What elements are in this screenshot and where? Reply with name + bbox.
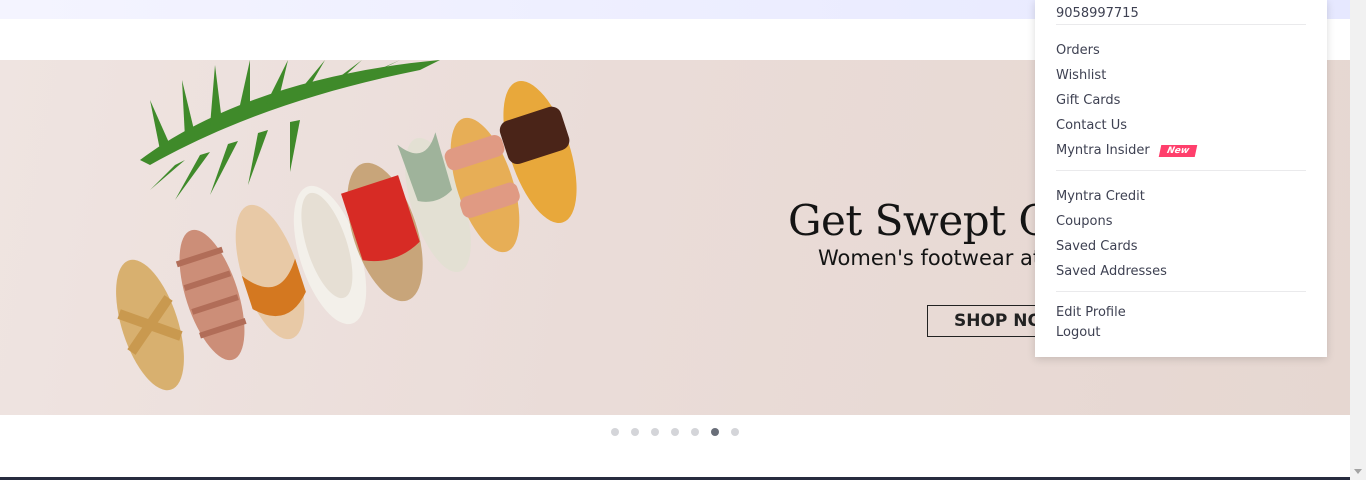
menu-item-orders[interactable]: Orders: [1056, 43, 1100, 58]
carousel-dot[interactable]: [631, 428, 639, 436]
carousel-dot[interactable]: [651, 428, 659, 436]
carousel-dot[interactable]: [611, 428, 619, 436]
carousel-dot[interactable]: [731, 428, 739, 436]
banner-subheadline: Women's footwear at: [818, 246, 1042, 270]
menu-item-coupons[interactable]: Coupons: [1056, 214, 1113, 229]
menu-divider: [1056, 24, 1306, 25]
account-dropdown-menu: 9058997715 Orders Wishlist Gift Cards Co…: [1035, 0, 1327, 357]
menu-item-logout[interactable]: Logout: [1056, 325, 1101, 340]
scroll-down-arrow-icon[interactable]: [1354, 469, 1362, 474]
menu-item-contact-us[interactable]: Contact Us: [1056, 118, 1127, 133]
menu-item-myntra-insider[interactable]: Myntra Insider New: [1056, 143, 1197, 158]
user-phone-number: 9058997715: [1056, 6, 1139, 21]
menu-item-label: Myntra Insider: [1056, 143, 1150, 158]
new-badge: New: [1158, 145, 1197, 157]
carousel-dot[interactable]: [671, 428, 679, 436]
footwear-lineup-image: [116, 60, 577, 391]
carousel-dot-active[interactable]: [711, 428, 719, 436]
menu-divider: [1056, 170, 1306, 171]
menu-item-edit-profile[interactable]: Edit Profile: [1056, 305, 1126, 320]
carousel-dots: [611, 428, 739, 436]
menu-divider: [1056, 291, 1306, 292]
menu-item-saved-addresses[interactable]: Saved Addresses: [1056, 264, 1167, 279]
menu-item-gift-cards[interactable]: Gift Cards: [1056, 93, 1120, 108]
menu-item-saved-cards[interactable]: Saved Cards: [1056, 239, 1137, 254]
menu-item-myntra-credit[interactable]: Myntra Credit: [1056, 189, 1145, 204]
carousel-dot[interactable]: [691, 428, 699, 436]
menu-item-wishlist[interactable]: Wishlist: [1056, 68, 1106, 83]
vertical-scrollbar[interactable]: [1350, 0, 1366, 480]
